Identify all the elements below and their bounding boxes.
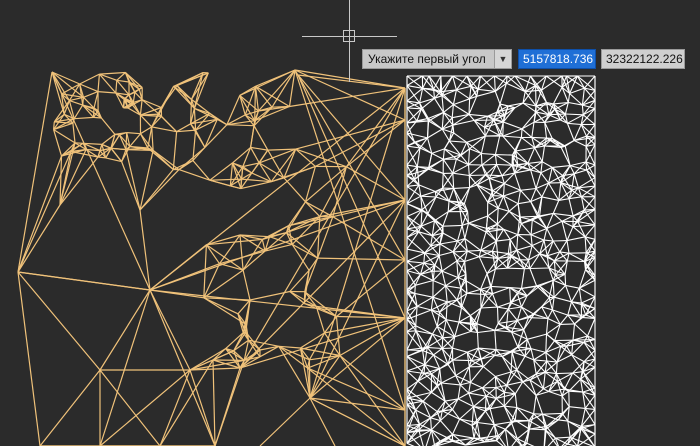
y-coordinate-field[interactable]: 32322122.226 — [601, 49, 685, 69]
x-coordinate-field[interactable]: 5157818.736 — [518, 49, 596, 69]
chevron-down-icon[interactable]: ▼ — [494, 50, 511, 68]
dynamic-input-tooltip: Укажите первый угол ▼ 5157818.736 323221… — [362, 49, 685, 69]
cursor-pickbox — [343, 30, 355, 42]
prompt-text: Укажите первый угол — [368, 52, 486, 66]
left-triangulation-mesh — [17, 69, 406, 446]
prompt-dropdown[interactable]: Укажите первый угол ▼ — [362, 49, 512, 69]
right-triangulation-mesh — [406, 75, 596, 446]
drawing-canvas[interactable]: Укажите первый угол ▼ 5157818.736 323221… — [0, 0, 700, 446]
